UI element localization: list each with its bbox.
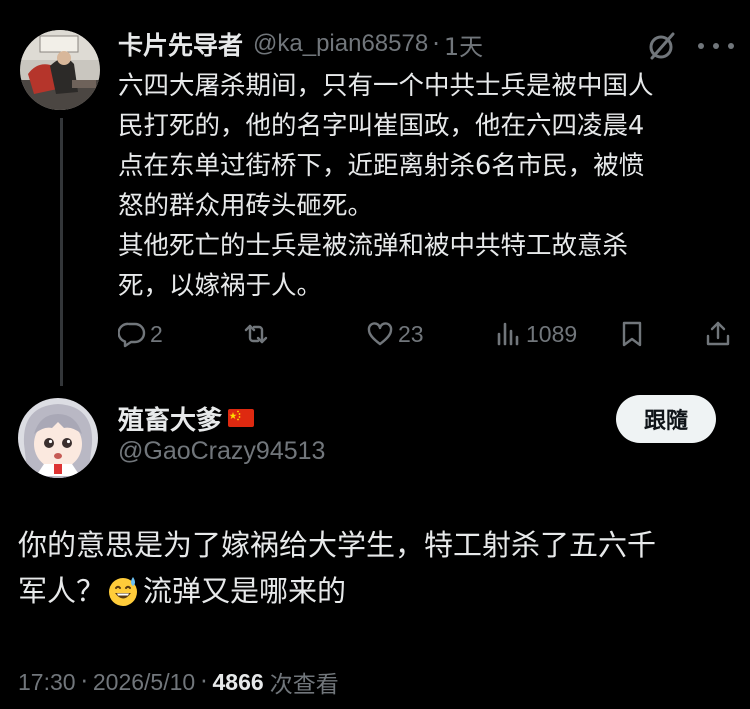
thread-connector-line [60,118,63,386]
reply-header: 殖畜大爹 [118,399,255,437]
tweet-line: 死，以嫁祸于人。 [118,271,323,301]
china-flag-icon [228,409,255,427]
like-icon [367,322,393,346]
bookmark-icon [622,321,642,347]
parent-time[interactable]: 1天 [444,27,483,62]
view-count: 1089 [526,320,578,347]
parent-avatar[interactable] [20,30,100,110]
share-button[interactable] [704,316,732,352]
tweet-metadata: 17:30 · 2026/5/10 · 4866 次查看 [18,664,339,700]
tweet-line: 其他死亡的士兵是被流弹和被中共特工故意杀 [118,231,629,261]
views-icon [497,322,519,346]
views-button[interactable]: 1089 [494,316,577,352]
reply-line: 你的意思是为了嫁祸给大学生，特工射杀了五六千 [18,528,657,562]
parent-display-name[interactable]: 卡片先导者 [118,26,243,62]
more-icon[interactable] [698,30,734,62]
sweat-smile-emoji-icon [109,577,138,606]
views-label: 次查看 [269,672,339,698]
action-bar: 2 23 1089 [118,316,734,352]
like-count: 23 [398,320,424,347]
reply-display-name[interactable]: 殖畜大爹 [118,400,222,437]
repost-button[interactable] [242,316,270,352]
share-icon [706,321,730,346]
reply-tweet-text: 你的意思是为了嫁祸给大学生，特工射杀了五六千 军人？ 流弹又是哪来的 [18,522,738,614]
tweet-line: 怒的群众用砖头砸死。 [118,191,374,221]
reply-text-segment: 军人？ [18,574,106,608]
post-time[interactable]: 17:30 [18,669,76,696]
reply-line: 军人？ 流弹又是哪来的 [18,568,738,614]
view-total: 4866 [212,668,264,695]
bookmark-button[interactable] [618,316,646,352]
tweet-line: 民打死的，他的名字叫崔国政，他在六四凌晨4 [118,111,645,141]
like-button[interactable]: 23 [366,316,424,352]
reply-count: 2 [150,320,163,347]
reply-icon [118,322,146,348]
parent-handle[interactable]: @ka_pian68578 [253,30,428,58]
reply-button[interactable]: 2 [118,316,163,352]
follow-button[interactable]: 跟隨 [616,395,716,443]
parent-header: 卡片先导者 @ka_pian68578 · 1天 [118,26,483,62]
separator-dot: · [432,30,440,58]
separator-dot: · [80,669,88,695]
tweet-line: 六四大屠杀期间，只有一个中共士兵是被中国人 [118,71,654,101]
repost-icon [244,324,268,344]
reply-text-segment: 流弹又是哪来的 [143,574,347,608]
post-date[interactable]: 2026/5/10 [93,669,195,696]
tweet-line: 点在东单过街桥下，近距离射杀6名市民，被愤 [118,151,645,181]
grok-icon[interactable] [646,30,678,62]
parent-tweet-text: 六四大屠杀期间，只有一个中共士兵是被中国人 民打死的，他的名字叫崔国政，他在六四… [118,66,718,306]
separator-dot: · [200,669,208,695]
reply-avatar[interactable] [18,398,98,478]
reply-handle[interactable]: @GaoCrazy94513 [118,437,325,466]
